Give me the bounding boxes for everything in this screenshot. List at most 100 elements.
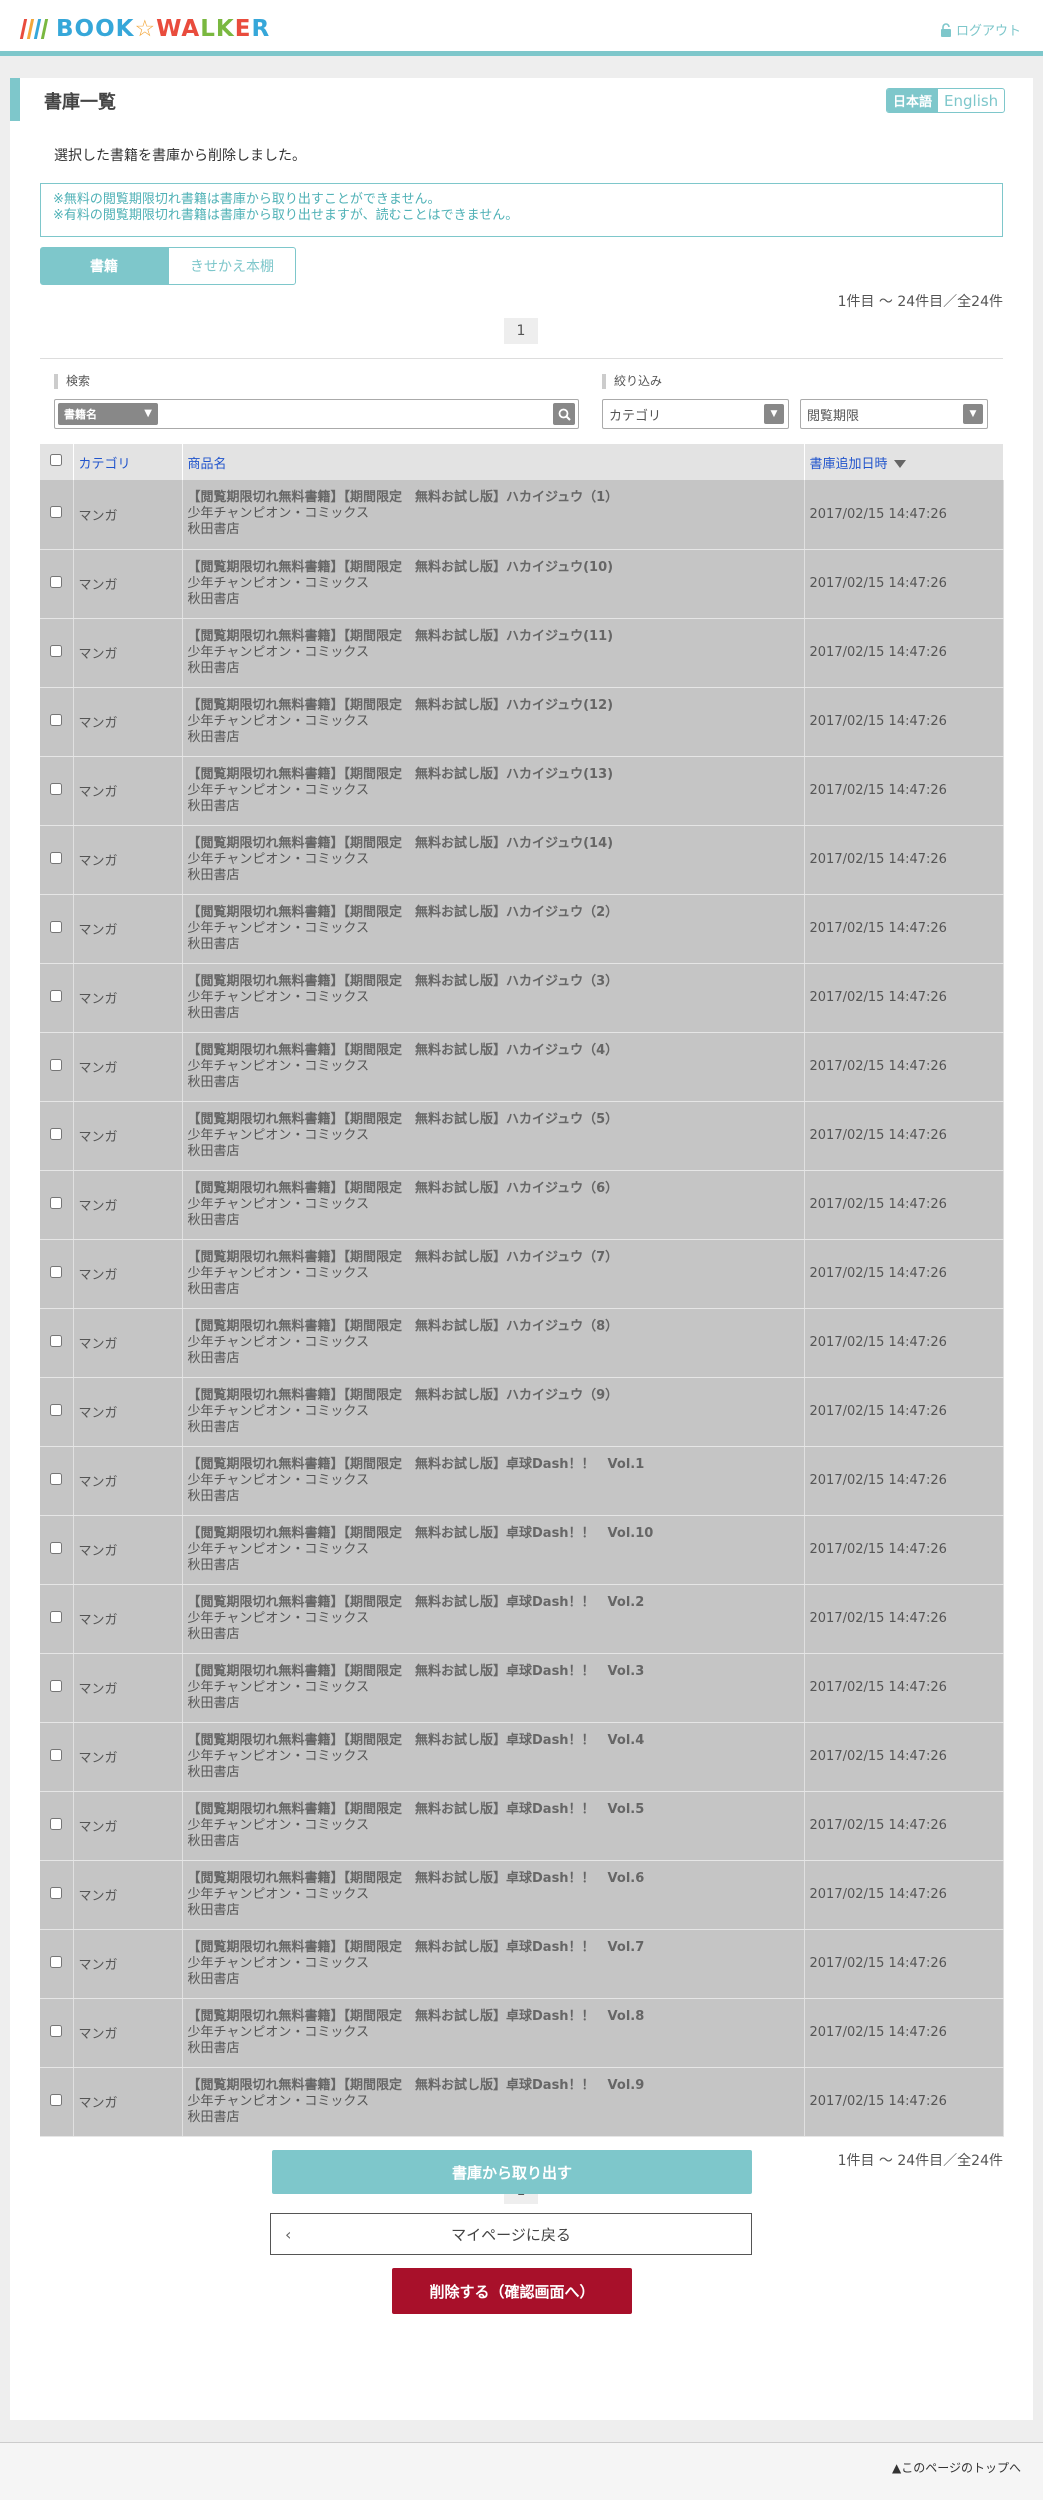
row-title[interactable]: 【閲覧期限切れ無料書籍】【期間限定 無料お試し版】卓球Dash！！ Vol.1 xyxy=(188,1457,799,1473)
table-row[interactable]: マンガ 【閲覧期限切れ無料書籍】【期間限定 無料お試し版】卓球Dash！！ Vol… xyxy=(40,1653,1004,1723)
row-date: 2017/02/15 14:47:26 xyxy=(804,1032,1004,1102)
row-title[interactable]: 【閲覧期限切れ無料書籍】【期間限定 無料お試し版】卓球Dash！！ Vol.5 xyxy=(188,1802,799,1818)
row-checkbox[interactable] xyxy=(50,1403,63,1416)
row-title[interactable]: 【閲覧期限切れ無料書籍】【期間限定 無料お試し版】卓球Dash！！ Vol.10 xyxy=(188,1526,799,1542)
row-checkbox[interactable] xyxy=(50,851,63,864)
row-title[interactable]: 【閲覧期限切れ無料書籍】【期間限定 無料お試し版】ハカイジュウ(10) xyxy=(188,560,799,576)
row-publisher: 秋田書店 xyxy=(187,1764,240,1780)
row-checkbox[interactable] xyxy=(50,1610,63,1623)
table-row[interactable]: マンガ 【閲覧期限切れ無料書籍】【期間限定 無料お試し版】卓球Dash！！ Vol… xyxy=(40,2067,1004,2137)
row-checkbox[interactable] xyxy=(50,1748,63,1761)
row-checkbox[interactable] xyxy=(50,1955,63,1968)
row-checkbox[interactable] xyxy=(50,1058,63,1071)
row-title[interactable]: 【閲覧期限切れ無料書籍】【期間限定 無料お試し版】ハカイジュウ（8） xyxy=(188,1319,799,1335)
row-title[interactable]: 【閲覧期限切れ無料書籍】【期間限定 無料お試し版】ハカイジュウ（6） xyxy=(188,1181,799,1197)
lang-english-button[interactable]: English xyxy=(938,89,1004,112)
row-title[interactable]: 【閲覧期限切れ無料書籍】【期間限定 無料お試し版】ハカイジュウ(13) xyxy=(188,767,799,783)
pagination-page-1-top[interactable]: 1 xyxy=(504,318,538,344)
row-checkbox[interactable] xyxy=(50,575,63,588)
table-row[interactable]: マンガ 【閲覧期限切れ無料書籍】【期間限定 無料お試し版】ハカイジュウ(14) 少年… xyxy=(40,825,1004,895)
row-checkbox[interactable] xyxy=(50,506,63,519)
table-row[interactable]: マンガ 【閲覧期限切れ無料書籍】【期間限定 無料お試し版】卓球Dash！！ Vol… xyxy=(40,1860,1004,1930)
row-title[interactable]: 【閲覧期限切れ無料書籍】【期間限定 無料お試し版】卓球Dash！！ Vol.2 xyxy=(188,1595,799,1611)
row-title[interactable]: 【閲覧期限切れ無料書籍】【期間限定 無料お試し版】ハカイジュウ（1） xyxy=(188,490,799,506)
delete-button[interactable]: 削除する（確認画面へ） xyxy=(392,2268,632,2314)
table-row[interactable]: マンガ 【閲覧期限切れ無料書籍】【期間限定 無料お試し版】ハカイジュウ（9） 少年チ… xyxy=(40,1377,1004,1447)
table-row[interactable]: マンガ 【閲覧期限切れ無料書籍】【期間限定 無料お試し版】卓球Dash！！ Vol… xyxy=(40,1722,1004,1792)
table-row[interactable]: マンガ 【閲覧期限切れ無料書籍】【期間限定 無料お試し版】ハカイジュウ（3） 少年チ… xyxy=(40,963,1004,1033)
logo-text: BOOK☆WALKER xyxy=(56,16,271,42)
lang-japanese-button[interactable]: 日本語 xyxy=(887,89,939,112)
take-out-button[interactable]: 書庫から取り出す xyxy=(272,2150,752,2194)
row-checkbox[interactable] xyxy=(50,782,63,795)
expiry-filter-select[interactable]: 閲覧期限 ▼ xyxy=(800,399,988,429)
category-filter-select[interactable]: カテゴリ ▼ xyxy=(602,399,789,429)
row-checkbox[interactable] xyxy=(50,1886,63,1899)
table-row[interactable]: マンガ 【閲覧期限切れ無料書籍】【期間限定 無料お試し版】卓球Dash！！ Vol… xyxy=(40,1791,1004,1861)
row-checkbox[interactable] xyxy=(50,644,63,657)
row-checkbox[interactable] xyxy=(50,1334,63,1347)
row-checkbox[interactable] xyxy=(50,1265,63,1278)
back-to-mypage-button[interactable]: ‹ マイページに戻る xyxy=(270,2213,752,2255)
row-title[interactable]: 【閲覧期限切れ無料書籍】【期間限定 無料お試し版】卓球Dash！！ Vol.8 xyxy=(188,2009,799,2025)
table-row[interactable]: マンガ 【閲覧期限切れ無料書籍】【期間限定 無料お試し版】ハカイジュウ(13) 少年… xyxy=(40,756,1004,826)
row-checkbox[interactable] xyxy=(50,920,63,933)
table-row[interactable]: マンガ 【閲覧期限切れ無料書籍】【期間限定 無料お試し版】ハカイジュウ(12) 少年… xyxy=(40,687,1004,757)
row-checkbox[interactable] xyxy=(50,2024,63,2037)
row-title[interactable]: 【閲覧期限切れ無料書籍】【期間限定 無料お試し版】ハカイジュウ（2） xyxy=(188,905,799,921)
row-title[interactable]: 【閲覧期限切れ無料書籍】【期間限定 無料お試し版】ハカイジュウ（3） xyxy=(188,974,799,990)
column-header-title[interactable]: 商品名 xyxy=(182,444,805,480)
row-checkbox[interactable] xyxy=(50,1817,63,1830)
row-title[interactable]: 【閲覧期限切れ無料書籍】【期間限定 無料お試し版】ハカイジュウ(14) xyxy=(188,836,799,852)
row-title[interactable]: 【閲覧期限切れ無料書籍】【期間限定 無料お試し版】ハカイジュウ（7） xyxy=(188,1250,799,1266)
row-title[interactable]: 【閲覧期限切れ無料書籍】【期間限定 無料お試し版】ハカイジュウ(11) xyxy=(188,629,799,645)
row-title[interactable]: 【閲覧期限切れ無料書籍】【期間限定 無料お試し版】卓球Dash！！ Vol.7 xyxy=(188,1940,799,1956)
column-header-date[interactable]: 書庫追加日時 xyxy=(804,444,1004,480)
logout-link[interactable]: ログアウト xyxy=(940,20,1021,39)
row-title[interactable]: 【閲覧期限切れ無料書籍】【期間限定 無料お試し版】卓球Dash！！ Vol.9 xyxy=(188,2078,799,2094)
row-title[interactable]: 【閲覧期限切れ無料書籍】【期間限定 無料お試し版】ハカイジュウ（4） xyxy=(188,1043,799,1059)
page-top-link[interactable]: ▲このページのトップへ xyxy=(892,2459,1021,2476)
table-row[interactable]: マンガ 【閲覧期限切れ無料書籍】【期間限定 無料お試し版】ハカイジュウ（5） 少年チ… xyxy=(40,1101,1004,1171)
row-checkbox-cell xyxy=(40,1239,74,1309)
row-title[interactable]: 【閲覧期限切れ無料書籍】【期間限定 無料お試し版】ハカイジュウ（5） xyxy=(188,1112,799,1128)
column-header-category[interactable]: カテゴリ xyxy=(73,444,183,480)
row-title[interactable]: 【閲覧期限切れ無料書籍】【期間限定 無料お試し版】卓球Dash！！ Vol.4 xyxy=(188,1733,799,1749)
row-checkbox[interactable] xyxy=(50,989,63,1002)
select-all-checkbox[interactable] xyxy=(50,454,63,466)
row-category: マンガ xyxy=(73,1101,183,1171)
search-button[interactable] xyxy=(553,403,575,425)
result-count-top: 1件目 〜 24件目／全24件 xyxy=(837,294,1003,310)
table-row[interactable]: マンガ 【閲覧期限切れ無料書籍】【期間限定 無料お試し版】ハカイジュウ（8） 少年チ… xyxy=(40,1308,1004,1378)
book-walker-logo[interactable]: BOOK☆WALKER xyxy=(19,14,271,44)
table-row[interactable]: マンガ 【閲覧期限切れ無料書籍】【期間限定 無料お試し版】卓球Dash！！ Vol… xyxy=(40,1584,1004,1654)
table-row[interactable]: マンガ 【閲覧期限切れ無料書籍】【期間限定 無料お試し版】ハカイジュウ(10) 少年… xyxy=(40,549,1004,619)
row-checkbox[interactable] xyxy=(50,1679,63,1692)
row-checkbox[interactable] xyxy=(50,1127,63,1140)
table-row[interactable]: マンガ 【閲覧期限切れ無料書籍】【期間限定 無料お試し版】卓球Dash！！ Vol… xyxy=(40,1929,1004,1999)
row-title[interactable]: 【閲覧期限切れ無料書籍】【期間限定 無料お試し版】卓球Dash！！ Vol.6 xyxy=(188,1871,799,1887)
table-row[interactable]: マンガ 【閲覧期限切れ無料書籍】【期間限定 無料お試し版】卓球Dash！！ Vol… xyxy=(40,1515,1004,1585)
row-checkbox-cell xyxy=(40,1101,74,1171)
search-field-select[interactable]: 書籍名 ▼ xyxy=(58,403,158,425)
table-row[interactable]: マンガ 【閲覧期限切れ無料書籍】【期間限定 無料お試し版】ハカイジュウ（1） 少年チ… xyxy=(40,480,1004,550)
row-title[interactable]: 【閲覧期限切れ無料書籍】【期間限定 無料お試し版】ハカイジュウ（9） xyxy=(188,1388,799,1404)
row-checkbox[interactable] xyxy=(50,1472,63,1485)
table-row[interactable]: マンガ 【閲覧期限切れ無料書籍】【期間限定 無料お試し版】ハカイジュウ(11) 少年… xyxy=(40,618,1004,688)
tab-books[interactable]: 書籍 xyxy=(40,247,168,285)
table-row[interactable]: マンガ 【閲覧期限切れ無料書籍】【期間限定 無料お試し版】ハカイジュウ（4） 少年チ… xyxy=(40,1032,1004,1102)
table-row[interactable]: マンガ 【閲覧期限切れ無料書籍】【期間限定 無料お試し版】ハカイジュウ（2） 少年チ… xyxy=(40,894,1004,964)
row-checkbox[interactable] xyxy=(50,1541,63,1554)
table-row[interactable]: マンガ 【閲覧期限切れ無料書籍】【期間限定 無料お試し版】卓球Dash！！ Vol… xyxy=(40,1446,1004,1516)
table-row[interactable]: マンガ 【閲覧期限切れ無料書籍】【期間限定 無料お試し版】卓球Dash！！ Vol… xyxy=(40,1998,1004,2068)
tab-shelf-skins[interactable]: きせかえ本棚 xyxy=(168,247,296,285)
row-checkbox[interactable] xyxy=(50,713,63,726)
row-checkbox[interactable] xyxy=(50,2093,63,2106)
search-input[interactable] xyxy=(161,403,551,425)
row-title[interactable]: 【閲覧期限切れ無料書籍】【期間限定 無料お試し版】ハカイジュウ(12) xyxy=(188,698,799,714)
row-title[interactable]: 【閲覧期限切れ無料書籍】【期間限定 無料お試し版】卓球Dash！！ Vol.3 xyxy=(188,1664,799,1680)
row-checkbox[interactable] xyxy=(50,1196,63,1209)
table-row[interactable]: マンガ 【閲覧期限切れ無料書籍】【期間限定 無料お試し版】ハカイジュウ（7） 少年チ… xyxy=(40,1239,1004,1309)
table-row[interactable]: マンガ 【閲覧期限切れ無料書籍】【期間限定 無料お試し版】ハカイジュウ（6） 少年チ… xyxy=(40,1170,1004,1240)
row-checkbox-cell xyxy=(40,1791,74,1861)
